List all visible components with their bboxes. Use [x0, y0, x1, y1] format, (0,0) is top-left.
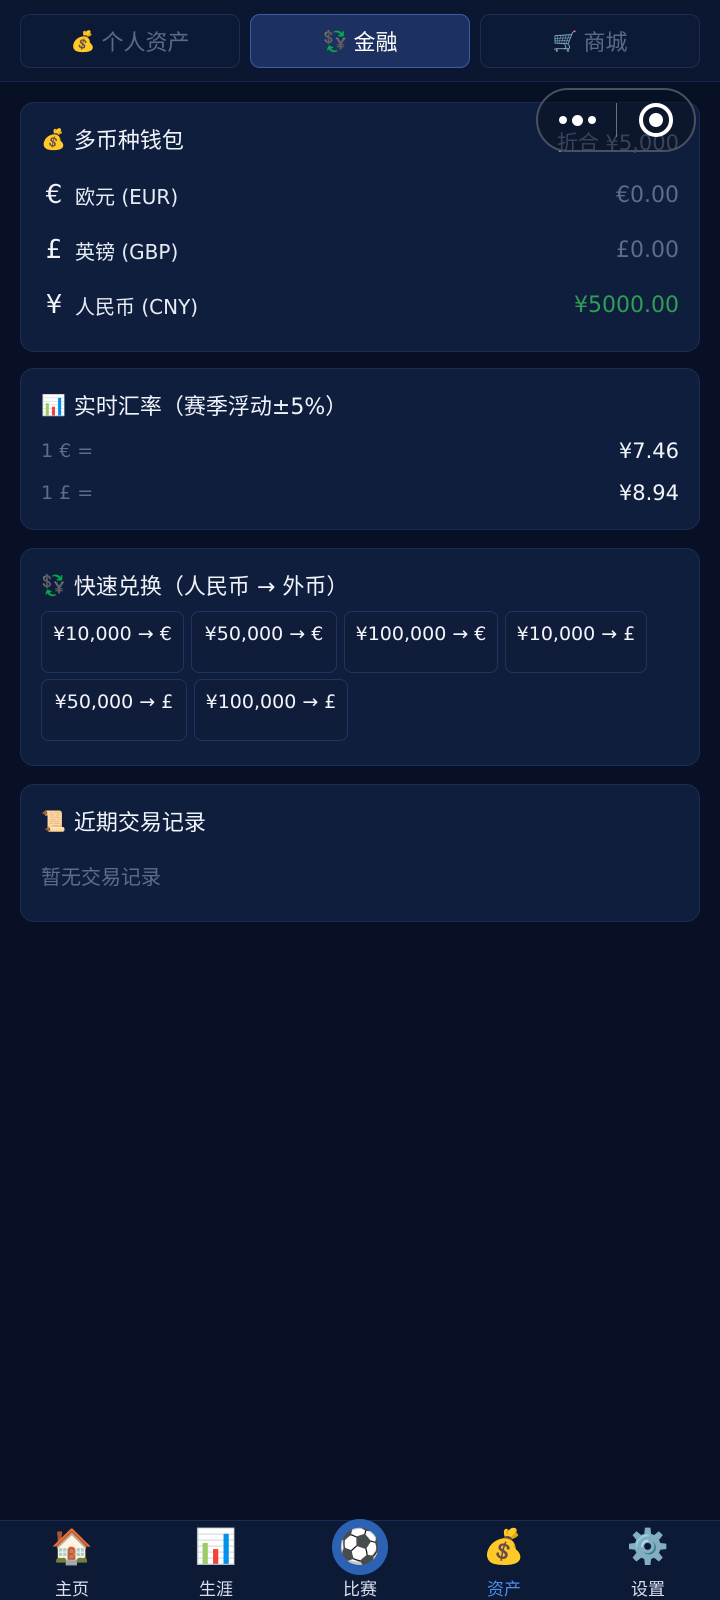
currency-amount: €0.00 — [616, 182, 679, 208]
dot-icon — [587, 116, 596, 124]
target-close-icon — [638, 103, 673, 137]
transaction-history-card: 📜 近期交易记录 暂无交易记录 — [20, 784, 700, 922]
euro-icon: € — [45, 180, 63, 210]
exchange-button-cny100000-gbp[interactable]: ¥100,000 → £ — [194, 679, 348, 741]
nav-label: 比赛 — [343, 1580, 377, 1600]
currency-amount: £0.00 — [616, 237, 679, 263]
exchange-button-cny50000-eur[interactable]: ¥50,000 → € — [191, 611, 337, 673]
money-bag-icon: 💰 — [482, 1527, 526, 1567]
wallet-row-cny: ¥ 人民币 (CNY) ¥5000.00 — [41, 285, 679, 325]
money-bag-icon: 💰 — [70, 29, 96, 53]
tab-shop[interactable]: 🛒 商城 — [480, 14, 700, 68]
rate-label: 1 £ = — [41, 482, 94, 504]
rate-row-gbp: 1 £ = ¥8.94 — [41, 477, 679, 509]
quick-exchange-card: 💱 快速兑换（人民币 → 外币） ¥10,000 → € ¥50,000 → €… — [20, 548, 700, 766]
tab-personal-assets[interactable]: 💰 个人资产 — [20, 14, 240, 68]
pound-icon: £ — [45, 235, 63, 265]
nav-item-home[interactable]: 🏠 主页 — [0, 1521, 144, 1600]
rates-title: 📊 实时汇率（赛季浮动±5%） — [41, 393, 348, 420]
history-title: 📜 近期交易记录 — [41, 809, 206, 836]
more-menu-button[interactable] — [538, 90, 616, 150]
currency-label: 英镑 (GBP) — [75, 239, 179, 264]
exchange-button-cny100000-eur[interactable]: ¥100,000 → € — [344, 611, 498, 673]
bar-chart-icon: 📊 — [41, 393, 66, 417]
soccer-ball-icon: ⚽ — [332, 1519, 388, 1575]
money-bag-icon: 💰 — [41, 127, 66, 151]
currency-label: 欧元 (EUR) — [75, 184, 179, 209]
yuan-icon: ¥ — [45, 290, 63, 320]
tab-label: 个人资产 — [101, 31, 190, 56]
history-empty-text: 暂无交易记录 — [41, 865, 161, 889]
nav-item-settings[interactable]: ⚙️ 设置 — [576, 1521, 720, 1600]
close-miniprogram-button[interactable] — [617, 103, 694, 137]
nav-label: 生涯 — [199, 1580, 233, 1600]
nav-label: 设置 — [631, 1580, 665, 1600]
rate-value: ¥8.94 — [618, 481, 679, 505]
currency-amount: ¥5000.00 — [574, 292, 679, 318]
tab-label: 金融 — [353, 31, 398, 56]
wallet-row-gbp: £ 英镑 (GBP) £0.00 — [41, 230, 679, 270]
rate-row-eur: 1 € = ¥7.46 — [41, 435, 679, 467]
wallet-title: 💰 多币种钱包 — [41, 127, 184, 154]
exchange-button-cny10000-eur[interactable]: ¥10,000 → € — [41, 611, 184, 673]
dot-icon — [571, 114, 583, 126]
currency-exchange-icon: 💱 — [41, 573, 66, 597]
house-icon: 🏠 — [50, 1527, 94, 1567]
exchange-button-cny50000-gbp[interactable]: ¥50,000 → £ — [41, 679, 187, 741]
currency-exchange-icon: 💱 — [322, 29, 348, 53]
nav-item-career[interactable]: 📊 生涯 — [144, 1521, 288, 1600]
rate-value: ¥7.46 — [618, 439, 679, 463]
miniprogram-capsule — [536, 88, 696, 152]
nav-label: 主页 — [55, 1580, 89, 1600]
scroll-icon: 📜 — [41, 809, 66, 833]
gear-icon: ⚙️ — [626, 1527, 670, 1567]
dot-icon — [558, 116, 567, 124]
bottom-navigation: 🏠 主页 📊 生涯 ⚽ 比赛 💰 资产 ⚙️ 设置 — [0, 1519, 720, 1600]
rate-label: 1 € = — [41, 440, 94, 462]
nav-item-match[interactable]: ⚽ 比赛 — [288, 1519, 432, 1600]
exchange-button-cny10000-gbp[interactable]: ¥10,000 → £ — [505, 611, 647, 673]
nav-label: 资产 — [487, 1580, 521, 1600]
currency-label: 人民币 (CNY) — [75, 294, 199, 319]
tab-label: 商城 — [583, 31, 628, 56]
cart-icon: 🛒 — [552, 29, 578, 53]
wallet-row-eur: € 欧元 (EUR) €0.00 — [41, 175, 679, 215]
exchange-title: 💱 快速兑换（人民币 → 外币） — [41, 573, 349, 600]
exchange-rate-card: 📊 实时汇率（赛季浮动±5%） 1 € = ¥7.46 1 £ = ¥8.94 — [20, 368, 700, 530]
nav-item-assets[interactable]: 💰 资产 — [432, 1521, 576, 1600]
bar-chart-icon: 📊 — [194, 1527, 238, 1567]
app-page: 💰 个人资产 💱 金融 🛒 商城 💰 多币种钱包 折合 ¥5,000 — [0, 0, 720, 1600]
top-tab-bar: 💰 个人资产 💱 金融 🛒 商城 — [0, 0, 720, 82]
tab-finance[interactable]: 💱 金融 — [250, 14, 470, 68]
